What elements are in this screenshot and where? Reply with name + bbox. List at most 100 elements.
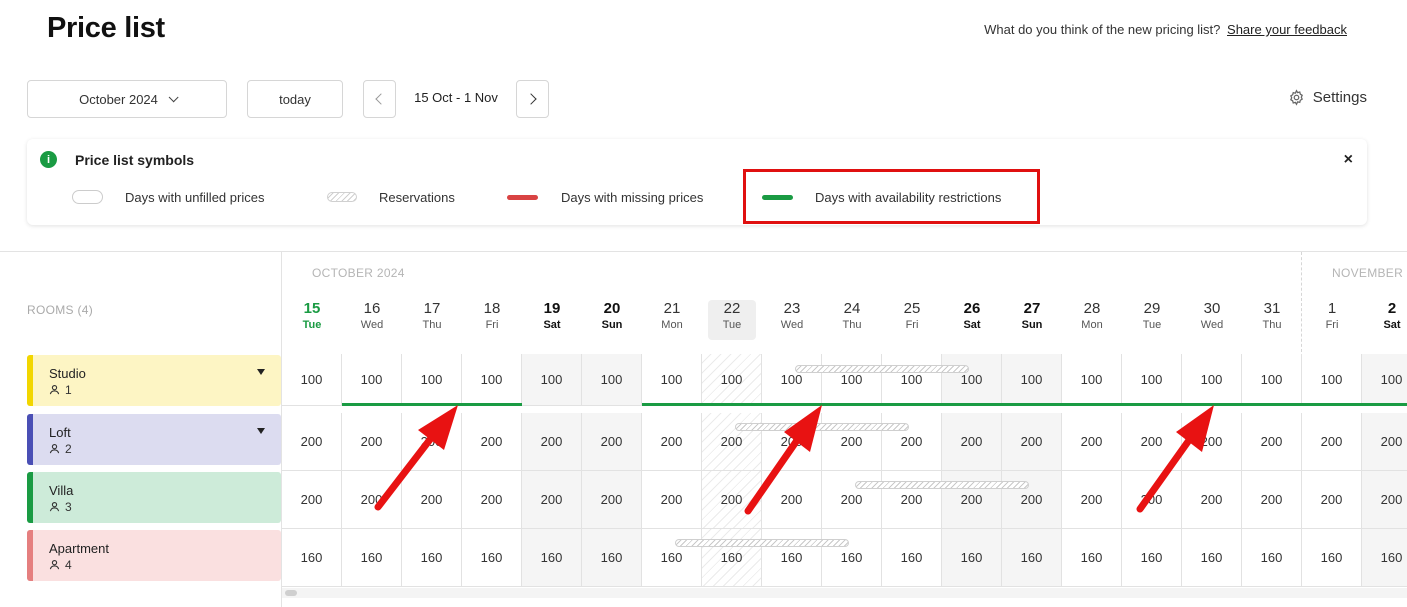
next-period-button[interactable] [516,80,549,118]
room-row-header[interactable]: Loft 2 [27,414,281,465]
price-cell[interactable]: 200 [822,471,882,529]
share-feedback-link[interactable]: Share your feedback [1227,22,1347,37]
price-cell[interactable]: 100 [1302,354,1362,406]
reservation-bar[interactable] [855,481,1029,489]
close-legend-button[interactable]: × [1344,151,1353,169]
price-cell[interactable]: 100 [1242,354,1302,406]
caret-down-icon[interactable] [257,428,265,434]
price-cell[interactable]: 200 [1242,471,1302,529]
price-cell[interactable]: 100 [822,354,882,406]
price-cell[interactable]: 160 [822,529,882,587]
price-cell[interactable]: 200 [342,413,402,471]
reservation-bar[interactable] [675,539,849,547]
price-cell[interactable]: 160 [942,529,1002,587]
price-cell[interactable]: 200 [342,471,402,529]
price-cell[interactable]: 200 [1002,471,1062,529]
price-cell[interactable]: 200 [1302,413,1362,471]
price-cell[interactable]: 100 [882,354,942,406]
reservation-bar[interactable] [735,423,909,431]
price-cell[interactable]: 200 [402,413,462,471]
price-cell[interactable]: 200 [582,413,642,471]
price-cell[interactable]: 200 [402,471,462,529]
price-cell[interactable]: 200 [1182,413,1242,471]
price-cell[interactable]: 100 [642,354,702,406]
price-cell[interactable]: 100 [1002,354,1062,406]
price-cell[interactable]: 200 [1182,471,1242,529]
day-number: 23 [783,300,801,317]
price-cell[interactable]: 200 [822,413,882,471]
price-cell[interactable]: 100 [702,354,762,406]
price-cell[interactable]: 200 [1122,471,1182,529]
horizontal-scrollbar[interactable] [282,588,1407,598]
reservation-bar[interactable] [795,365,969,373]
price-cell[interactable]: 160 [282,529,342,587]
price-cell[interactable]: 200 [702,471,762,529]
price-cell[interactable]: 200 [582,471,642,529]
price-cell[interactable]: 200 [1122,413,1182,471]
price-cell[interactable]: 200 [462,471,522,529]
price-cell[interactable]: 100 [282,354,342,406]
previous-period-button[interactable] [363,80,396,118]
price-cell[interactable]: 160 [882,529,942,587]
price-cell[interactable]: 160 [762,529,822,587]
price-cell[interactable]: 100 [1362,354,1407,406]
price-cell[interactable]: 160 [582,529,642,587]
price-cell[interactable]: 100 [1062,354,1122,406]
price-cell[interactable]: 160 [1002,529,1062,587]
price-cell[interactable]: 160 [1242,529,1302,587]
caret-down-icon[interactable] [257,369,265,375]
price-cell[interactable]: 200 [1242,413,1302,471]
room-row-header[interactable]: Studio 1 [27,355,281,406]
price-cell[interactable]: 200 [522,471,582,529]
price-cell[interactable]: 200 [522,413,582,471]
month-select[interactable]: October 2024 [27,80,227,118]
price-cell[interactable]: 200 [642,471,702,529]
price-cell[interactable]: 160 [1362,529,1407,587]
price-cell[interactable]: 200 [1362,471,1407,529]
price-cell[interactable]: 160 [462,529,522,587]
price-cell[interactable]: 100 [462,354,522,406]
price-cell[interactable]: 200 [762,413,822,471]
person-icon [49,502,60,512]
price-cell[interactable]: 160 [342,529,402,587]
chevron-left-icon [375,93,387,105]
scrollbar-thumb[interactable] [285,590,297,596]
price-cell[interactable]: 100 [522,354,582,406]
room-name: Studio [49,366,86,381]
price-cell[interactable]: 200 [1302,471,1362,529]
price-cell[interactable]: 160 [1182,529,1242,587]
settings-button[interactable]: Settings [1288,89,1367,106]
price-cell[interactable]: 100 [762,354,822,406]
price-cell[interactable]: 200 [282,471,342,529]
price-cell[interactable]: 200 [1062,413,1122,471]
price-cell[interactable]: 160 [702,529,762,587]
price-cell[interactable]: 200 [1002,413,1062,471]
price-cell[interactable]: 100 [402,354,462,406]
price-cell[interactable]: 100 [342,354,402,406]
price-cell[interactable]: 200 [882,471,942,529]
price-cell[interactable]: 100 [1122,354,1182,406]
price-cell[interactable]: 200 [762,471,822,529]
price-cell[interactable]: 200 [942,413,1002,471]
price-cell[interactable]: 160 [642,529,702,587]
price-cell[interactable]: 200 [642,413,702,471]
price-cell[interactable]: 160 [1062,529,1122,587]
price-cell[interactable]: 200 [462,413,522,471]
price-cell[interactable]: 100 [1182,354,1242,406]
price-cell[interactable]: 100 [582,354,642,406]
room-row-header[interactable]: Apartment 4 [27,530,281,581]
price-cell[interactable]: 160 [402,529,462,587]
price-cell[interactable]: 200 [702,413,762,471]
price-cell[interactable]: 160 [522,529,582,587]
price-cell[interactable]: 200 [942,471,1002,529]
price-cell[interactable]: 200 [282,413,342,471]
price-cell[interactable]: 100 [942,354,1002,406]
price-cell[interactable]: 200 [1062,471,1122,529]
room-row-header[interactable]: Villa 3 [27,472,281,523]
reservations-symbol [327,192,357,202]
price-cell[interactable]: 200 [882,413,942,471]
today-button[interactable]: today [247,80,343,118]
price-cell[interactable]: 200 [1362,413,1407,471]
price-cell[interactable]: 160 [1122,529,1182,587]
price-cell[interactable]: 160 [1302,529,1362,587]
